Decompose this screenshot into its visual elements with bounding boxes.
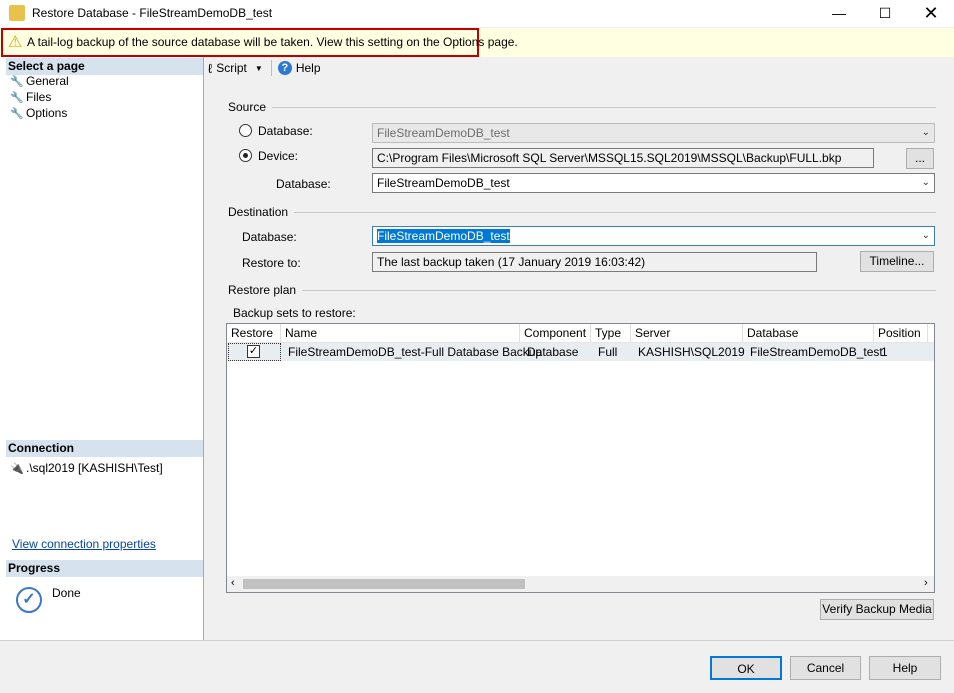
plug-icon: 🔌 [10, 463, 24, 475]
connection-text: .\sql2019 [KASHISH\Test] [26, 461, 163, 475]
chevron-down-icon: ⌄ [921, 230, 930, 241]
column-type[interactable]: Type [591, 324, 631, 342]
verify-backup-media-button[interactable]: Verify Backup Media [820, 599, 934, 620]
general-page: ℓ Script ▼ ? Help Source Database: FileS… [204, 57, 954, 640]
device-database-combo[interactable]: FileStreamDemoDB_test ⌄ [372, 173, 935, 193]
close-button[interactable]: ✕ [908, 0, 954, 27]
horizontal-scrollbar[interactable]: ‹ › [227, 576, 934, 592]
cell-type: Full [598, 345, 618, 359]
table-row[interactable]: ✓ FileStreamDemoDB_test-Full Database Ba… [227, 343, 934, 361]
script-icon: ℓ [208, 60, 213, 76]
cell-position: 1 [881, 345, 888, 359]
device-database-label: Database: [276, 177, 331, 191]
destination-header: Destination [228, 205, 289, 219]
toolbar: ℓ Script ▼ ? Help [208, 59, 321, 77]
progress-status: Done [52, 586, 81, 600]
progress-header: Progress [6, 560, 203, 577]
grid-header: Restore Name Component Type Server Datab… [227, 324, 934, 343]
cell-component: Database [527, 345, 579, 359]
chevron-down-icon: ⌄ [921, 127, 930, 138]
help-dialog-button[interactable]: Help [869, 656, 941, 680]
help-button[interactable]: Help [296, 61, 321, 75]
combo-value: FileStreamDemoDB_test [377, 229, 510, 243]
view-connection-properties-link[interactable]: View connection properties [12, 537, 156, 551]
connection-info: 🔌 .\sql2019 [KASHISH\Test] [10, 461, 163, 476]
column-position[interactable]: Position [874, 324, 928, 342]
restore-checkbox[interactable]: ✓ [247, 345, 260, 358]
minimize-button[interactable]: — [816, 0, 862, 27]
help-icon: ? [277, 61, 292, 75]
page-label: Files [26, 90, 52, 104]
combo-value: FileStreamDemoDB_test [377, 126, 510, 140]
chevron-down-icon: ⌄ [921, 177, 930, 188]
cancel-button[interactable]: Cancel [790, 656, 861, 680]
cell-database: FileStreamDemoDB_test [750, 345, 883, 359]
page-general[interactable]: 🔧 General [10, 74, 69, 89]
script-button[interactable]: Script [216, 61, 247, 75]
source-group: Source [228, 100, 936, 114]
column-server[interactable]: Server [631, 324, 743, 342]
combo-value: FileStreamDemoDB_test [377, 176, 510, 190]
ok-button[interactable]: OK [710, 656, 782, 680]
column-database[interactable]: Database [743, 324, 874, 342]
wrench-icon: 🔧 [10, 108, 24, 120]
device-label: Device: [258, 149, 299, 163]
scroll-left-icon[interactable]: ‹ [231, 577, 235, 589]
destination-database-combo[interactable]: FileStreamDemoDB_test ⌄ [372, 226, 935, 246]
restore-to-field[interactable]: The last backup taken (17 January 2019 1… [372, 252, 817, 272]
timeline-button[interactable]: Timeline... [860, 251, 934, 272]
button-bar: OK Cancel Help [0, 640, 954, 693]
destination-group: Destination [228, 205, 936, 219]
warning-icon: ⚠ [8, 34, 23, 51]
wrench-icon: 🔧 [10, 92, 24, 104]
source-header: Source [228, 100, 267, 114]
window-title: Restore Database - FileStreamDemoDB_test [32, 6, 273, 20]
database-radio[interactable] [239, 124, 252, 137]
page-label: General [26, 74, 69, 88]
restore-plan-group: Restore plan [228, 283, 936, 297]
maximize-button[interactable]: ☐ [862, 0, 908, 27]
backup-sets-grid: Restore Name Component Type Server Datab… [226, 323, 935, 593]
warning-text: A tail-log backup of the source database… [27, 35, 518, 49]
device-path-field[interactable]: C:\Program Files\Microsoft SQL Server\MS… [372, 148, 874, 168]
page-files[interactable]: 🔧 Files [10, 90, 51, 105]
source-database-label: Database: [258, 124, 313, 138]
dropdown-arrow-icon[interactable]: ▼ [255, 64, 263, 73]
page-options[interactable]: 🔧 Options [10, 106, 67, 121]
page-label: Options [26, 106, 68, 120]
backup-sets-label: Backup sets to restore: [233, 306, 356, 320]
left-panel: Select a page 🔧 General 🔧 Files 🔧 Options C… [0, 57, 204, 640]
scrollbar-thumb[interactable] [243, 579, 525, 589]
toolbar-separator [270, 60, 272, 76]
column-restore[interactable]: Restore [227, 324, 281, 342]
browse-device-button[interactable]: ... [906, 148, 934, 169]
title-bar: Restore Database - FileStreamDemoDB_test… [0, 0, 954, 27]
cell-server: KASHISH\SQL2019 [638, 345, 745, 359]
column-name[interactable]: Name [281, 324, 520, 342]
restore-plan-header: Restore plan [228, 283, 297, 297]
select-page-header: Select a page [6, 58, 203, 75]
destination-database-label: Database: [242, 230, 297, 244]
check-icon: ✓ [16, 587, 42, 613]
source-database-combo[interactable]: FileStreamDemoDB_test ⌄ [372, 123, 935, 143]
column-component[interactable]: Component [520, 324, 591, 342]
cell-name: FileStreamDemoDB_test-Full Database Back… [288, 345, 543, 359]
scroll-right-icon[interactable]: › [924, 577, 928, 589]
restore-database-icon [9, 5, 25, 21]
device-radio[interactable] [239, 149, 252, 162]
wrench-icon: 🔧 [10, 76, 24, 88]
restore-to-label: Restore to: [242, 256, 301, 270]
connection-header: Connection [6, 440, 203, 457]
